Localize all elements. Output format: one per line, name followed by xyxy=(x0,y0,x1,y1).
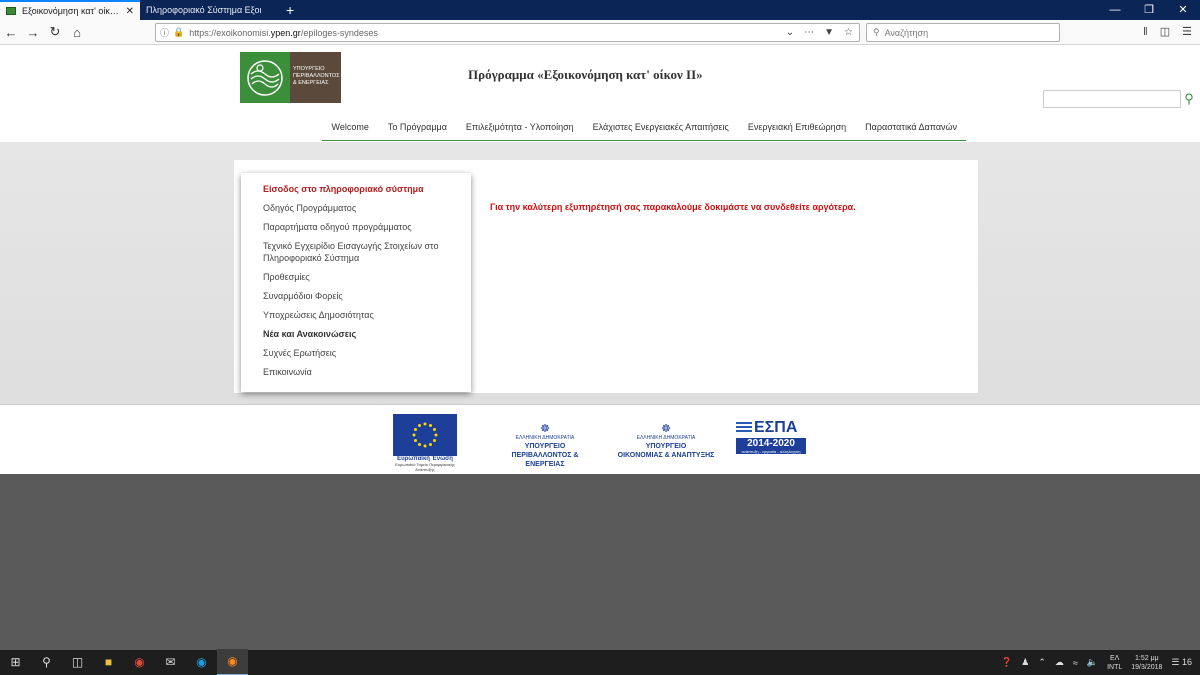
tab-active[interactable]: Εξοικονόμηση κατ' οίκον ΙΙ» : Ε ✕ xyxy=(0,0,140,20)
sidebar-icon[interactable]: ◫ xyxy=(1160,23,1170,42)
nav-item-eligibility[interactable]: Επιλεξιμότητα - Υλοποίηση xyxy=(456,122,583,132)
menu-item-login[interactable]: Είσοδος στο πληροφοριακό σύστημα xyxy=(241,183,471,195)
ministry-logo[interactable]: ΥΠΟΥΡΓΕΙΟ ΠΕΡΙΒΑΛΛΟΝΤΟΣ & ΕΝΕΡΓΕΙΑΣ xyxy=(240,52,341,103)
more-icon[interactable]: ⋯ xyxy=(804,27,814,38)
error-notice: Για την καλύτερη εξυπηρέτησή σας παρακαλ… xyxy=(490,202,856,212)
people-icon[interactable]: ♟ xyxy=(1021,657,1029,668)
nav-item-energy-inspection[interactable]: Ενεργειακή Επιθεώρηση xyxy=(738,122,855,132)
eu-flag-icon xyxy=(393,414,457,456)
nav-item-expense-documents[interactable]: Παραστατικά Δαπανών xyxy=(856,122,967,132)
web-page: ΥΠΟΥΡΓΕΙΟ ΠΕΡΙΒΑΛΛΟΝΤΟΣ & ΕΝΕΡΓΕΙΑΣ Πρόγ… xyxy=(0,45,1200,650)
ministry-environment-logo: ☸ ΕΛΛΗΝΙΚΗ ΔΗΜΟΚΡΑΤΙΑ ΥΠΟΥΡΓΕΙΟ ΠΕΡΙΒΑΛΛ… xyxy=(493,423,597,469)
menu-item-technical-manual[interactable]: Τεχνικό Εγχειρίδιο Εισαγωγής Στοιχείων σ… xyxy=(241,240,471,264)
search-icon[interactable]: ⚲ xyxy=(1182,91,1196,107)
greek-emblem-icon: ☸ xyxy=(540,423,550,435)
browser-toolbar: ← → ↻ ⌂ ⓘ 🔒 https://exoikonomisi.ypen.gr… xyxy=(0,20,1200,45)
menu-item-contact[interactable]: Επικοινωνία xyxy=(241,366,471,378)
espa-logo: ΕΣΠΑ 2014-2020 ανάπτυξη - εργασία - αλλη… xyxy=(736,419,806,465)
reload-icon[interactable]: ↻ xyxy=(44,24,66,40)
menu-item-publicity[interactable]: Υποχρεώσεις Δημοσιότητας xyxy=(241,309,471,321)
page-title: Πρόγραμμα «Εξοικονόμηση κατ' οίκον ΙΙ» xyxy=(468,67,703,82)
tab-title: Πληροφοριακό Σύστημα Εξοι xyxy=(146,5,262,15)
greek-emblem-icon: ☸ xyxy=(661,423,671,435)
windows-start-icon[interactable]: ⊞ xyxy=(0,650,31,675)
eu-logo: Ευρωπαϊκή Ένωση Ευρωπαϊκό Ταμείο Περιφερ… xyxy=(393,414,457,476)
nav-item-energy-requirements[interactable]: Ελάχιστες Ενεργειακές Απαιτήσεις xyxy=(583,122,738,132)
main-navigation: Welcome Το Πρόγραμμα Επιλεξιμότητα - Υλο… xyxy=(322,113,966,141)
toolbar-tools: ‖ ◫ ☰ xyxy=(1143,23,1192,42)
search-placeholder: Αναζήτηση xyxy=(884,27,929,38)
volume-icon[interactable]: 🔈 xyxy=(1087,657,1098,668)
window-controls: — ❐ ✕ xyxy=(1098,0,1200,20)
pocket-icon[interactable]: ▼ xyxy=(824,27,834,38)
dropdown-icon[interactable]: ⌄ xyxy=(786,27,794,38)
back-icon[interactable]: ← xyxy=(0,25,22,40)
help-icon[interactable]: ❓ xyxy=(1001,657,1012,668)
search-icon[interactable]: ⚲ xyxy=(31,650,62,675)
footer-logos: Ευρωπαϊκή Ένωση Ευρωπαϊκό Ταμείο Περιφερ… xyxy=(0,404,1200,474)
tab-second[interactable]: Πληροφοριακό Σύστημα Εξοι xyxy=(140,0,280,20)
library-icon[interactable]: ‖ xyxy=(1143,23,1148,42)
file-explorer-icon[interactable]: ■ xyxy=(93,650,124,675)
close-window-icon[interactable]: ✕ xyxy=(1166,0,1200,20)
browser-search-field[interactable]: ⚲ Αναζήτηση xyxy=(866,23,1060,42)
task-view-icon[interactable]: ◫ xyxy=(62,650,93,675)
chrome-icon[interactable]: ◉ xyxy=(124,650,155,675)
espa-years: 2014-2020 xyxy=(736,438,806,449)
menu-item-faq[interactable]: Συχνές Ερωτήσεις xyxy=(241,347,471,359)
espa-word: ΕΣΠΑ xyxy=(754,419,798,436)
menu-item-co-competent[interactable]: Συναρμόδιοι Φορείς xyxy=(241,290,471,302)
ministry-env-small: ΕΛΛΗΝΙΚΗ ΔΗΜΟΚΡΑΤΙΑ xyxy=(515,435,575,441)
menu-item-deadlines[interactable]: Προθεσμίες xyxy=(241,271,471,283)
tab-title: Εξοικονόμηση κατ' οίκον ΙΙ» : Ε xyxy=(22,6,120,16)
menu-item-guide[interactable]: Οδηγός Προγράμματος xyxy=(241,202,471,214)
ministry-env-line2: ΠΕΡΙΒΑΛΛΟΝΤΟΣ & ΕΝΕΡΓΕΙΑΣ xyxy=(511,452,579,468)
lock-icon[interactable]: 🔒 xyxy=(173,27,184,38)
menu-item-news[interactable]: Νέα και Ανακοινώσεις xyxy=(241,328,471,340)
home-icon[interactable]: ⌂ xyxy=(66,25,88,40)
notification-count: 16 xyxy=(1181,657,1192,667)
close-tab-icon[interactable]: ✕ xyxy=(126,6,134,17)
ministry-economy-logo: ☸ ΕΛΛΗΝΙΚΗ ΔΗΜΟΚΡΑΤΙΑ ΥΠΟΥΡΓΕΙΟ ΟΙΚΟΝΟΜΙ… xyxy=(613,423,719,460)
windows-taskbar: ⊞ ⚲ ◫ ■ ◉ ✉ ◉ ◉ ❓ ♟ ⌃ ☁ ≈ 🔈 ΕΛ INTL 1:52 … xyxy=(0,649,1200,675)
url-bar[interactable]: ⓘ 🔒 https://exoikonomisi.ypen.gr/epiloge… xyxy=(155,23,860,42)
ministry-env-line1: ΥΠΟΥΡΓΕΙΟ xyxy=(524,443,566,450)
nav-item-program[interactable]: Το Πρόγραμμα xyxy=(378,122,456,132)
language-indicator[interactable]: ΕΛ INTL xyxy=(1107,654,1122,672)
logo-emblem-icon xyxy=(240,52,290,103)
site-header: ΥΠΟΥΡΓΕΙΟ ΠΕΡΙΒΑΛΛΟΝΤΟΣ & ΕΝΕΡΓΕΙΑΣ Πρόγ… xyxy=(0,45,1200,142)
eu-sublabel: Ευρωπαϊκό Ταμείο Περιφερειακής Ανάπτυξης xyxy=(395,462,455,472)
logo-text: ΥΠΟΥΡΓΕΙΟ ΠΕΡΙΒΑΛΛΟΝΤΟΣ & ΕΝΕΡΓΕΙΑΣ xyxy=(290,52,341,103)
ministry-eco-line2: ΟΙΚΟΝΟΜΙΑΣ & ΑΝΑΠΤΥΞΗΣ xyxy=(617,452,715,459)
new-tab-button[interactable]: + xyxy=(280,0,300,20)
menu-icon[interactable]: ☰ xyxy=(1182,23,1192,42)
forward-icon[interactable]: → xyxy=(22,25,44,40)
side-menu: Είσοδος στο πληροφοριακό σύστημα Οδηγός … xyxy=(241,173,471,392)
network-icon[interactable]: ≈ xyxy=(1073,658,1078,668)
ministry-eco-line1: ΥΠΟΥΡΓΕΙΟ xyxy=(645,443,687,450)
menu-item-annexes[interactable]: Παραρτήματα οδηγού προγράμματος xyxy=(241,221,471,233)
site-search-input[interactable] xyxy=(1043,90,1181,108)
favicon-icon xyxy=(6,7,16,15)
browser-tab-bar: Εξοικονόμηση κατ' οίκον ΙΙ» : Ε ✕ Πληροφ… xyxy=(0,0,1200,20)
minimize-icon[interactable]: — xyxy=(1098,0,1132,20)
info-icon[interactable]: ⓘ xyxy=(160,26,169,39)
bookmark-star-icon[interactable]: ☆ xyxy=(844,27,853,38)
notification-icon[interactable]: ☰ 16 xyxy=(1171,657,1192,668)
firefox-icon[interactable]: ◉ xyxy=(217,649,248,675)
onedrive-icon[interactable]: ☁ xyxy=(1055,657,1064,668)
chevron-up-icon[interactable]: ⌃ xyxy=(1038,657,1046,668)
nav-item-welcome[interactable]: Welcome xyxy=(322,122,378,132)
skype-icon[interactable]: ◉ xyxy=(186,650,217,675)
mail-icon[interactable]: ✉ xyxy=(155,650,186,675)
restore-icon[interactable]: ❐ xyxy=(1132,0,1166,20)
search-icon: ⚲ xyxy=(873,27,880,37)
url-text: https://exoikonomisi.ypen.gr/epiloges-sy… xyxy=(189,27,378,38)
system-tray: ❓ ♟ ⌃ ☁ ≈ 🔈 ΕΛ INTL 1:52 μμ 19/3/2018 ☰ 16 xyxy=(1001,654,1200,672)
clock[interactable]: 1:52 μμ 19/3/2018 xyxy=(1131,654,1162,672)
espa-subtitle: ανάπτυξη - εργασία - αλληλεγγύη xyxy=(736,449,806,454)
greek-flag-icon xyxy=(736,422,752,434)
ministry-eco-small: ΕΛΛΗΝΙΚΗ ΔΗΜΟΚΡΑΤΙΑ xyxy=(636,435,696,441)
